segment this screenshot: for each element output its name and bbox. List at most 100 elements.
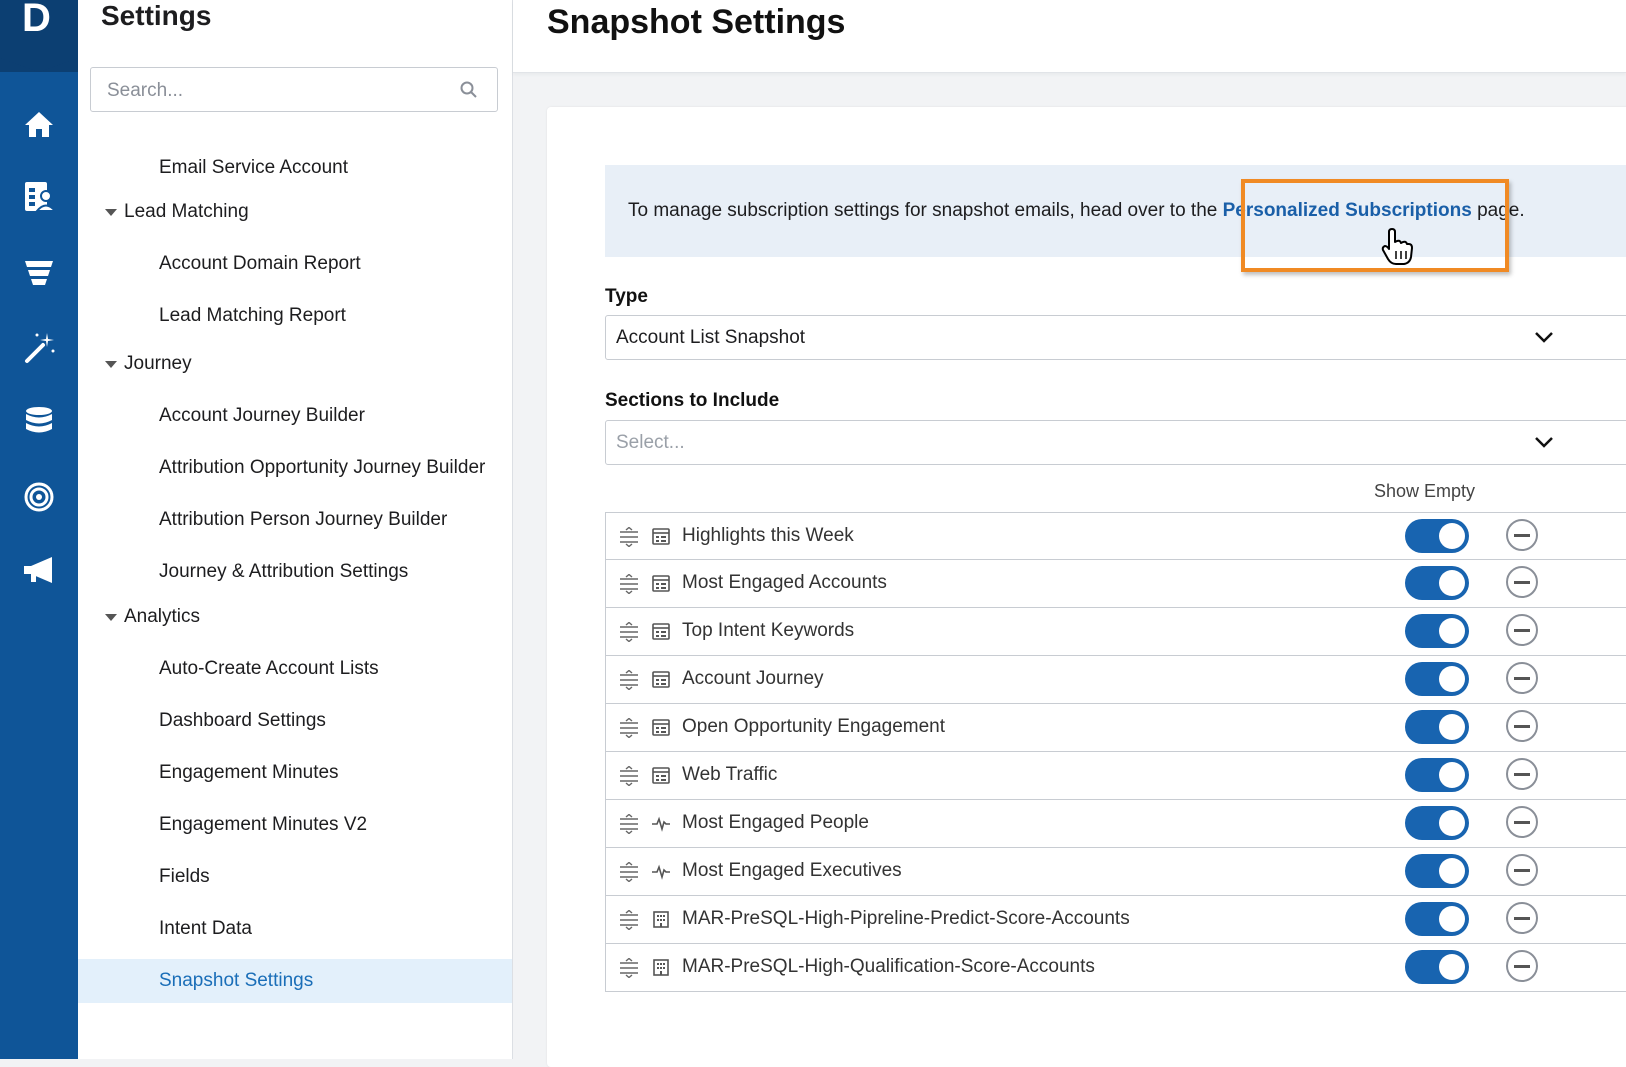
calendar-icon [651, 573, 671, 598]
remove-section-icon[interactable] [1506, 662, 1538, 694]
nav-item-label: Fields [159, 866, 210, 887]
show-empty-toggle[interactable] [1405, 662, 1469, 696]
page-title: Snapshot Settings [547, 3, 846, 41]
remove-section-icon[interactable] [1506, 519, 1538, 551]
remove-section-icon[interactable] [1506, 758, 1538, 790]
show-empty-toggle[interactable] [1405, 854, 1469, 888]
nav-item[interactable]: Intent Data [78, 907, 512, 951]
app-logo[interactable]: D [0, 0, 78, 72]
section-row: Top Intent Keywords [605, 608, 1626, 656]
drag-handle-icon[interactable] [618, 909, 640, 935]
info-banner: To manage subscription settings for snap… [605, 165, 1626, 257]
magic-wand-icon[interactable] [19, 327, 59, 367]
section-label: Most Engaged Executives [682, 860, 902, 881]
drag-handle-icon[interactable] [618, 669, 640, 695]
funnel-icon[interactable] [19, 252, 59, 292]
remove-section-icon[interactable] [1506, 566, 1538, 598]
target-icon[interactable] [19, 477, 59, 517]
nav-item[interactable]: Lead Matching Report [78, 294, 512, 338]
nav-item[interactable]: Account Journey Builder [78, 394, 512, 438]
nav-item-label: Engagement Minutes [159, 762, 339, 783]
icon-rail: D [0, 0, 78, 1059]
caret-down-icon[interactable] [105, 614, 117, 621]
nav-item[interactable]: Email Service Account [78, 146, 512, 190]
megaphone-icon[interactable] [19, 550, 59, 590]
calendar-icon [651, 526, 671, 551]
search-icon[interactable] [459, 80, 479, 100]
show-empty-toggle[interactable] [1405, 902, 1469, 936]
caret-down-icon[interactable] [105, 209, 117, 216]
nav-item[interactable]: Engagement Minutes [78, 751, 512, 795]
drag-handle-icon[interactable] [618, 957, 640, 983]
nav-item-label: Account Domain Report [159, 253, 361, 274]
drag-handle-icon[interactable] [618, 813, 640, 839]
section-label: Account Journey [682, 668, 824, 689]
building-icon [651, 909, 671, 934]
nav-item-label: Snapshot Settings [159, 970, 314, 991]
section-label: Highlights this Week [682, 525, 854, 546]
drag-handle-icon[interactable] [618, 765, 640, 791]
nav-group[interactable]: Journey [78, 342, 512, 386]
database-icon[interactable] [19, 402, 59, 442]
remove-section-icon[interactable] [1506, 902, 1538, 934]
sections-label: Sections to Include [605, 390, 780, 411]
section-row: MAR-PreSQL-High-Qualification-Score-Acco… [605, 944, 1626, 992]
remove-section-icon[interactable] [1506, 854, 1538, 886]
nav-item[interactable]: Engagement Minutes V2 [78, 803, 512, 847]
show-empty-toggle[interactable] [1405, 614, 1469, 648]
caret-down-icon[interactable] [105, 361, 117, 368]
drag-handle-icon[interactable] [618, 526, 640, 552]
type-select-value: Account List Snapshot [616, 327, 806, 348]
nav-item[interactable]: Auto-Create Account Lists [78, 647, 512, 691]
nav-item-label: Auto-Create Account Lists [159, 658, 379, 679]
home-icon[interactable] [19, 104, 59, 144]
nav-item-label: Email Service Account [159, 157, 349, 178]
logo-letter: D [22, 0, 51, 40]
nav-item[interactable]: Account Domain Report [78, 242, 512, 286]
contacts-icon[interactable] [19, 177, 59, 217]
show-empty-toggle[interactable] [1405, 566, 1469, 600]
nav-item-label: Intent Data [159, 918, 252, 939]
sections-list: Highlights this Week Most Engaged Account… [605, 512, 1626, 992]
panel-title: Settings [101, 0, 212, 31]
nav-item[interactable]: Attribution Opportunity Journey Builder [78, 446, 512, 490]
nav-item-label: Attribution Person Journey Builder [159, 509, 448, 530]
nav-item[interactable]: Dashboard Settings [78, 699, 512, 743]
chevron-down-icon[interactable] [1534, 330, 1554, 344]
show-empty-toggle[interactable] [1405, 758, 1469, 792]
drag-handle-icon[interactable] [618, 861, 640, 887]
chevron-down-icon[interactable] [1534, 435, 1554, 449]
section-label: Top Intent Keywords [682, 620, 855, 641]
drag-handle-icon[interactable] [618, 717, 640, 743]
search-input[interactable] [105, 76, 439, 106]
nav-item-label: Journey [124, 353, 192, 374]
remove-section-icon[interactable] [1506, 806, 1538, 838]
pulse-icon [651, 813, 671, 838]
drag-handle-icon[interactable] [618, 621, 640, 647]
remove-section-icon[interactable] [1506, 710, 1538, 742]
search-box[interactable] [90, 67, 498, 112]
nav-item[interactable]: Snapshot Settings [78, 959, 512, 1003]
show-empty-toggle[interactable] [1405, 806, 1469, 840]
remove-section-icon[interactable] [1506, 950, 1538, 982]
nav-item-label: Lead Matching [124, 201, 249, 222]
nav-item[interactable]: Attribution Person Journey Builder [78, 498, 512, 542]
section-row: Web Traffic [605, 752, 1626, 800]
type-select[interactable]: Account List Snapshot [605, 315, 1626, 360]
show-empty-header: Show Empty [1374, 481, 1476, 501]
nav-group[interactable]: Lead Matching [78, 190, 512, 234]
show-empty-toggle[interactable] [1405, 950, 1469, 984]
remove-section-icon[interactable] [1506, 614, 1538, 646]
info-text-before: To manage subscription settings for snap… [628, 200, 1223, 221]
drag-handle-icon[interactable] [618, 573, 640, 599]
sections-select-placeholder: Select... [616, 432, 685, 453]
show-empty-toggle[interactable] [1405, 519, 1469, 553]
info-text-after: page. [1471, 200, 1525, 221]
nav-item[interactable]: Fields [78, 855, 512, 899]
show-empty-toggle[interactable] [1405, 710, 1469, 744]
nav-group[interactable]: Analytics [78, 595, 512, 639]
section-row: MAR-PreSQL-High-Pipreline-Predict-Score-… [605, 896, 1626, 944]
sections-select[interactable]: Select... [605, 420, 1626, 465]
personalized-subscriptions-link[interactable]: Personalized Subscriptions [1223, 200, 1472, 221]
nav-item[interactable]: Journey & Attribution Settings [78, 550, 512, 594]
